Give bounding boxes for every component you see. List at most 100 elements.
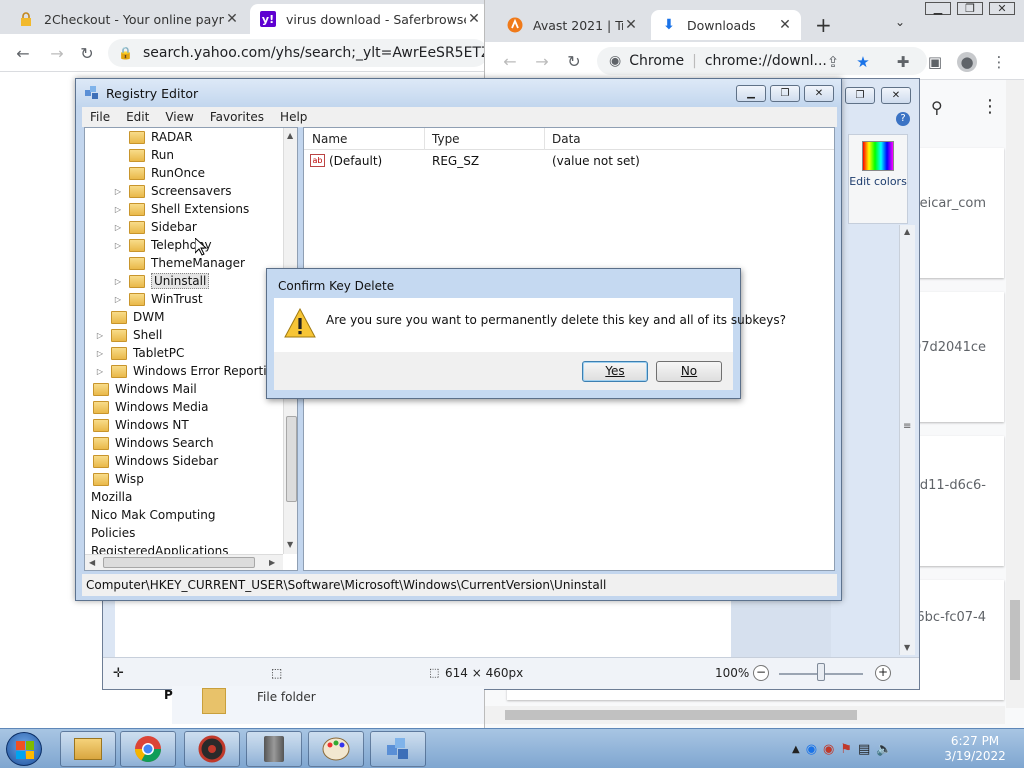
back-arrow-icon[interactable]: ← <box>499 50 521 72</box>
reload-icon[interactable]: ↻ <box>76 42 98 64</box>
tree-node[interactable]: ▷ WinTrust <box>113 290 203 308</box>
close-window-icon[interactable]: ✕ <box>804 85 834 102</box>
minimize-icon[interactable]: ▁ <box>736 85 766 102</box>
zoom-slider-thumb[interactable] <box>817 663 825 681</box>
scrollbar-thumb[interactable] <box>286 416 297 502</box>
taskbar-security-button[interactable] <box>184 731 240 767</box>
close-tab-icon[interactable]: ✕ <box>777 17 793 33</box>
expander[interactable]: ▷ <box>113 295 123 304</box>
tab-saferbrowser[interactable]: y! virus download - Saferbrowser Yahoo ✕ <box>250 4 490 34</box>
zoom-out-icon[interactable]: − <box>753 665 769 681</box>
extensions-puzzle-icon[interactable]: ✚ <box>893 52 913 72</box>
column-divider[interactable] <box>424 128 425 150</box>
forward-arrow-icon[interactable]: → <box>531 50 553 72</box>
scrollbar-thumb[interactable] <box>1010 600 1020 680</box>
menu-edit[interactable]: Edit <box>118 107 157 127</box>
expander[interactable]: ▷ <box>113 277 123 286</box>
tree-node[interactable]: Windows Search <box>85 434 214 452</box>
tree-node[interactable]: Run <box>113 146 174 164</box>
tree-node[interactable]: ▷ TabletPC <box>95 344 184 362</box>
network-icon[interactable]: ▤ <box>858 742 870 757</box>
taskbar-regedit-button[interactable] <box>370 731 426 767</box>
ribbon-edit-colors[interactable]: Edit colors <box>848 134 908 224</box>
restore-icon[interactable]: ❐ <box>957 2 983 15</box>
tab-search-chevron-icon[interactable]: ⌄ <box>895 15 905 29</box>
address-bar[interactable]: ◉ Chrome | chrome://downl... <box>597 47 927 75</box>
scroll-grip-icon[interactable]: ≡ <box>903 421 911 432</box>
address-bar[interactable]: 🔒 search.yahoo.com/yhs/search;_ylt=AwrEe… <box>108 39 488 67</box>
tree-node[interactable]: Mozilla <box>91 488 132 506</box>
start-button[interactable] <box>6 732 42 766</box>
tree-horizontal-scrollbar[interactable]: ◀ ▶ <box>85 554 283 570</box>
regedit-titlebar[interactable]: Registry Editor ▁ ❐ ✕ <box>76 79 841 107</box>
expander[interactable]: ▷ <box>95 367 105 376</box>
tree-node[interactable]: Windows Media <box>85 398 208 416</box>
yes-button[interactable]: Yes <box>582 361 648 382</box>
vertical-scrollbar[interactable] <box>1006 80 1024 708</box>
bookmark-star-icon[interactable]: ★ <box>853 52 873 72</box>
chrome-tray-icon[interactable]: ◉ <box>806 742 817 757</box>
tree-node[interactable]: ▷ Windows Error Reporting <box>95 362 282 380</box>
tree-node[interactable]: DWM <box>95 308 164 326</box>
taskbar-recycle-button[interactable] <box>246 731 302 767</box>
expander[interactable]: ▷ <box>113 205 123 214</box>
tab-avast[interactable]: Avast 2021 | Try for free ✕ <box>497 10 647 40</box>
expander[interactable]: ▷ <box>113 187 123 196</box>
search-icon[interactable]: ⚲ <box>931 98 943 117</box>
column-header-data[interactable]: Data <box>552 132 581 146</box>
tree-node[interactable]: ▷ Sidebar <box>113 218 197 236</box>
tree-node[interactable]: Policies <box>91 524 135 542</box>
tree-node[interactable]: ▷ Shell <box>95 326 162 344</box>
scroll-up-icon[interactable]: ▲ <box>287 131 293 140</box>
tree-node[interactable]: RunOnce <box>113 164 205 182</box>
horizontal-scrollbar[interactable] <box>485 706 1005 724</box>
expander[interactable]: ▷ <box>113 241 123 250</box>
paint-close-icon[interactable]: ✕ <box>881 87 911 104</box>
column-divider[interactable] <box>544 128 545 150</box>
share-icon[interactable]: ⇪ <box>823 52 843 72</box>
tree-node[interactable]: Windows NT <box>85 416 189 434</box>
volume-icon[interactable]: 🔈 <box>876 742 892 757</box>
tree-node-selected[interactable]: ▷ Uninstall <box>113 272 210 290</box>
tab-2checkout[interactable]: 2Checkout - Your online payment ✕ <box>8 4 248 34</box>
tree-node[interactable]: Windows Sidebar <box>85 452 218 470</box>
menu-favorites[interactable]: Favorites <box>202 107 272 127</box>
close-tab-icon[interactable]: ✕ <box>224 11 240 27</box>
tree-node[interactable]: Wisp <box>85 470 144 488</box>
scroll-down-icon[interactable]: ▼ <box>904 643 910 652</box>
tree-node[interactable]: RADAR <box>113 128 193 146</box>
more-options-icon[interactable]: ⋮ <box>981 96 999 117</box>
tree-node[interactable]: ▷ Screensavers <box>113 182 232 200</box>
tree-node[interactable]: Nico Mak Computing <box>91 506 215 524</box>
scrollbar-thumb[interactable] <box>103 557 255 568</box>
forward-arrow-icon[interactable]: → <box>46 42 68 64</box>
close-tab-icon[interactable]: ✕ <box>466 11 482 27</box>
taskbar-paint-button[interactable] <box>308 731 364 767</box>
expander[interactable]: ▷ <box>113 223 123 232</box>
tree-node[interactable]: Windows Mail <box>85 380 197 398</box>
paint-restore-icon[interactable]: ❐ <box>845 87 875 104</box>
tree-node[interactable]: ▷ Shell Extensions <box>113 200 249 218</box>
menu-file[interactable]: File <box>82 107 118 127</box>
scroll-left-icon[interactable]: ◀ <box>89 558 95 567</box>
menu-help[interactable]: Help <box>272 107 315 127</box>
profile-avatar-icon[interactable]: ● <box>957 52 977 72</box>
paint-vertical-scrollbar[interactable]: ▲ ≡ ▼ <box>899 225 915 655</box>
taskbar-explorer-button[interactable] <box>60 731 116 767</box>
new-tab-plus-icon[interactable]: + <box>815 13 832 37</box>
flag-action-center-icon[interactable]: ⚑ <box>840 742 852 757</box>
taskbar-clock[interactable]: 6:27 PM 3/19/2022 <box>935 734 1015 764</box>
zoom-in-icon[interactable]: + <box>875 665 891 681</box>
tab-downloads[interactable]: ⬇ Downloads ✕ <box>651 10 801 40</box>
expander[interactable]: ▷ <box>95 349 105 358</box>
help-icon[interactable]: ? <box>896 112 910 126</box>
back-arrow-icon[interactable]: ← <box>12 42 34 64</box>
reload-icon[interactable]: ↻ <box>563 50 585 72</box>
restore-icon[interactable]: ❐ <box>770 85 800 102</box>
scroll-down-icon[interactable]: ▼ <box>287 540 293 549</box>
column-header-type[interactable]: Type <box>432 132 460 146</box>
tree-node[interactable]: ThemeManager <box>113 254 245 272</box>
column-header-name[interactable]: Name <box>312 132 347 146</box>
scroll-right-icon[interactable]: ▶ <box>269 558 275 567</box>
minimize-icon[interactable]: ▁ <box>925 2 951 15</box>
